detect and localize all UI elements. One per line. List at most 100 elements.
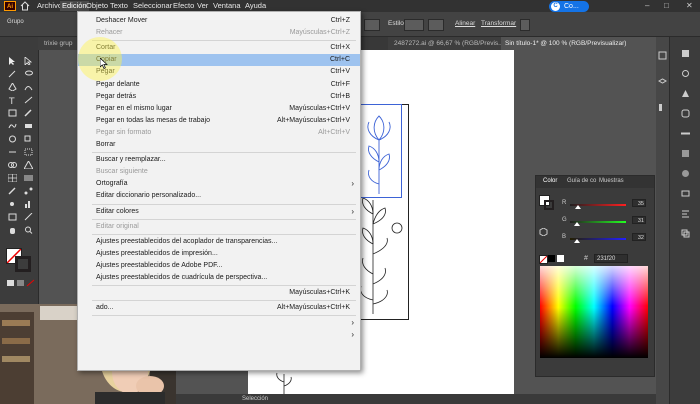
panel-stroke-swatch[interactable] <box>544 200 554 210</box>
color-mode-icon[interactable] <box>6 279 15 287</box>
tab-sin-titulo[interactable]: Sin título-1* @ 100 % (RGB/Previsualizar… <box>501 37 656 50</box>
maximize-icon[interactable]: □ <box>664 1 669 10</box>
scale-tool-icon[interactable] <box>24 135 33 143</box>
tab-color-guide[interactable]: Guía de co <box>567 178 596 184</box>
menu-ventana[interactable]: Ventana <box>211 1 243 11</box>
mesh-tool-icon[interactable] <box>8 174 17 182</box>
more-options-icon[interactable] <box>520 19 530 31</box>
magic-wand-tool-icon[interactable] <box>8 70 17 78</box>
tab-color[interactable]: Color <box>543 178 557 184</box>
r-slider[interactable] <box>570 204 626 209</box>
g-value-field[interactable]: 31 <box>632 216 646 224</box>
white-swatch[interactable] <box>557 255 564 262</box>
g-slider[interactable] <box>570 221 626 226</box>
layers-panel-icon[interactable] <box>658 77 667 86</box>
none-mode-icon[interactable] <box>26 279 35 287</box>
gradient-mode-icon[interactable] <box>16 279 25 287</box>
symbol-sprayer-tool-icon[interactable] <box>8 200 17 208</box>
align-link[interactable]: Alinear <box>455 20 475 27</box>
b-value-field[interactable]: 32 <box>632 233 646 241</box>
menu-item-ajustes-preestablecidos-del-acoplador-de-transparencias[interactable]: Ajustes preestablecidos del acoplador de… <box>78 236 360 248</box>
minimize-icon[interactable]: – <box>645 1 649 10</box>
menu-seleccionar[interactable]: Seleccionar <box>131 1 174 11</box>
transparency-panel-icon[interactable] <box>681 169 690 178</box>
slider-handle-icon[interactable] <box>574 205 581 209</box>
menu-efecto[interactable]: Efecto <box>171 1 196 11</box>
tab-swatches[interactable]: Muestras <box>599 178 624 184</box>
menu-item-ajustes-preestablecidos-de-impresion[interactable]: Ajustes preestablecidos de impresión... <box>78 248 360 260</box>
lasso-tool-icon[interactable] <box>24 70 33 78</box>
rectangle-tool-icon[interactable] <box>8 109 17 117</box>
column-graph-tool-icon[interactable] <box>24 200 33 208</box>
transform-link[interactable]: Transformar <box>481 20 516 27</box>
selection-bounding-box[interactable] <box>360 104 402 198</box>
type-tool-icon[interactable]: T <box>8 96 17 104</box>
menu-item-item-32[interactable]: › <box>78 329 360 341</box>
menu-item-deshacer-mover[interactable]: Deshacer Mover Ctrl+Z <box>78 15 360 27</box>
menu-item-ajustes-preestablecidos-de-cuadricula-de-perspectiva[interactable]: Ajustes preestablecidos de cuadrícula de… <box>78 272 360 284</box>
menu-item-editar-diccionario-personalizado[interactable]: Editar diccionario personalizado... <box>78 190 360 202</box>
direct-selection-tool-icon[interactable] <box>24 57 33 65</box>
slider-handle-icon[interactable] <box>573 222 580 226</box>
menu-item-pegar-detras[interactable]: Pegar detrás Ctrl+B <box>78 91 360 103</box>
recolor-button[interactable] <box>428 19 444 31</box>
symbols-icon[interactable] <box>681 89 690 98</box>
gradient-panel-icon[interactable] <box>681 149 690 158</box>
none-swatch[interactable] <box>539 255 548 264</box>
menu-item-item-31[interactable]: › <box>78 317 360 329</box>
user-account-button[interactable]: C Co... <box>549 1 589 12</box>
tab-2487272[interactable]: 2487272.ai @ 66,67 % (RGB/Previs... <box>388 37 506 50</box>
zoom-tool-icon[interactable] <box>24 226 33 234</box>
artboard-tool-icon[interactable] <box>8 213 17 221</box>
rotate-tool-icon[interactable] <box>8 135 17 143</box>
line-tool-icon[interactable] <box>24 96 33 104</box>
selection-tool-icon[interactable] <box>8 57 17 65</box>
black-swatch[interactable] <box>548 255 555 262</box>
menu-item-borrar[interactable]: Borrar <box>78 139 360 151</box>
menu-item-ajustes-preestablecidos-de-adobe-pdf[interactable]: Ajustes preestablecidos de Adobe PDF... <box>78 260 360 272</box>
hex-input[interactable]: 231f20 <box>594 254 628 263</box>
curvature-tool-icon[interactable] <box>24 83 33 91</box>
shaper-tool-icon[interactable] <box>8 122 17 130</box>
graphic-styles-icon[interactable] <box>681 109 690 118</box>
menu-item-ortografia[interactable]: Ortografía › <box>78 178 360 190</box>
slider-handle-icon[interactable] <box>574 239 581 243</box>
r-value-field[interactable]: 35 <box>632 199 646 207</box>
opacity-field[interactable] <box>364 19 380 31</box>
menu-item-ado[interactable]: ado... Alt+Mayúsculas+Ctrl+K <box>78 302 360 314</box>
stroke-swatch[interactable] <box>15 256 31 272</box>
menu-ayuda[interactable]: Ayuda <box>243 1 268 11</box>
menu-item-pegar-en-todas-las-mesas-de-trabajo[interactable]: Pegar en todas las mesas de trabajo Alt+M… <box>78 115 360 127</box>
perspective-grid-tool-icon[interactable] <box>24 161 33 169</box>
menu-item-editar-colores[interactable]: Editar colores › <box>78 206 360 218</box>
menu-item-buscar-y-reemplazar[interactable]: Buscar y reemplazar... <box>78 154 360 166</box>
pen-tool-icon[interactable] <box>8 83 17 91</box>
b-slider[interactable] <box>570 238 626 243</box>
width-tool-icon[interactable] <box>8 148 17 156</box>
slice-tool-icon[interactable] <box>24 213 33 221</box>
gradient-tool-icon[interactable] <box>24 174 33 182</box>
brushes-icon[interactable] <box>681 69 690 78</box>
pathfinder-panel-icon[interactable] <box>681 229 690 238</box>
paintbrush-tool-icon[interactable] <box>24 109 33 117</box>
shape-builder-tool-icon[interactable] <box>8 161 17 169</box>
swatches-icon[interactable] <box>681 49 690 58</box>
eyedropper-tool-icon[interactable] <box>8 187 17 195</box>
appearance-panel-icon[interactable] <box>681 189 690 198</box>
tab-trixie-grup[interactable]: trixie grup <box>38 37 78 50</box>
menu-texto[interactable]: Texto <box>108 1 130 11</box>
close-icon[interactable]: ✕ <box>686 1 693 10</box>
menu-objeto[interactable]: Objeto <box>84 1 110 11</box>
stroke-panel-icon[interactable] <box>681 129 690 138</box>
eraser-tool-icon[interactable] <box>24 122 33 130</box>
menu-item-pegar-en-el-mismo-lugar[interactable]: Pegar en el mismo lugar Mayúsculas+Ctrl+V <box>78 103 360 115</box>
free-transform-tool-icon[interactable] <box>24 148 33 156</box>
align-panel-icon[interactable] <box>681 209 690 218</box>
properties-panel-icon[interactable] <box>658 51 667 60</box>
home-icon[interactable] <box>20 1 30 11</box>
style-dropdown[interactable] <box>404 19 424 31</box>
menu-ver[interactable]: Ver <box>195 1 210 11</box>
libraries-panel-icon[interactable] <box>658 103 667 112</box>
menu-item-pegar-delante[interactable]: Pegar delante Ctrl+F <box>78 79 360 91</box>
menu-item-pegar[interactable]: Pegar Ctrl+V <box>78 66 360 78</box>
